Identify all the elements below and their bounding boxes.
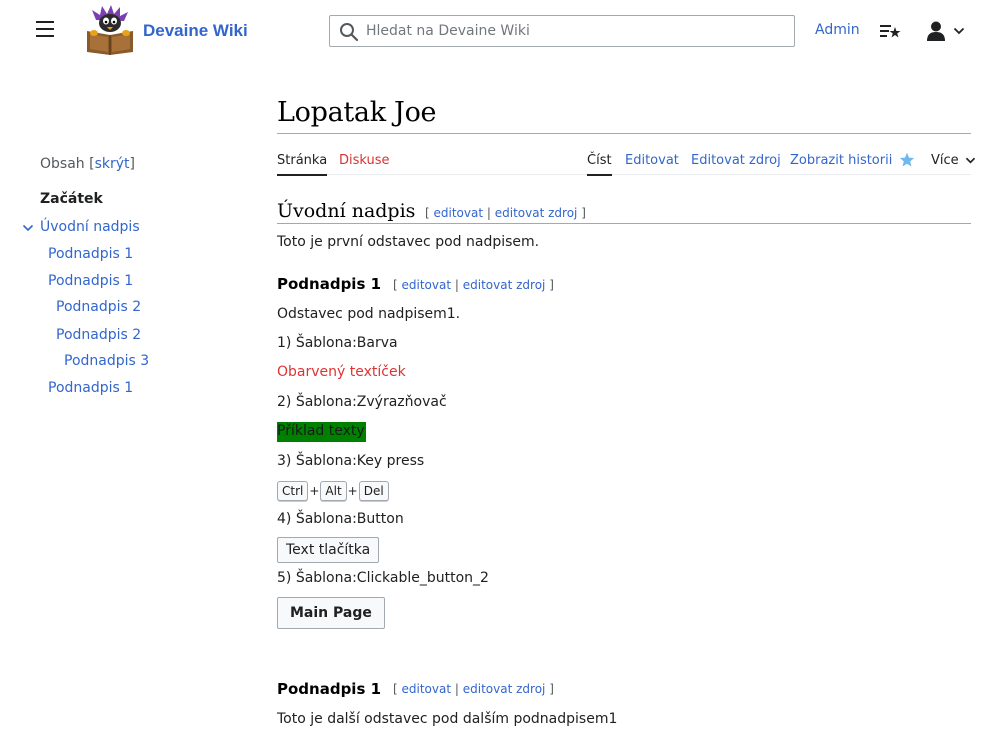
toc-item[interactable]: Podnadpis 2	[56, 327, 141, 343]
site-logo[interactable]	[84, 4, 136, 56]
edit-link[interactable]: editovat	[402, 278, 452, 292]
toc-hide-toggle[interactable]: skrýt	[95, 156, 130, 172]
toc-item-start[interactable]: Začátek	[40, 191, 103, 207]
edit-source-link[interactable]: editovat zdroj	[495, 206, 578, 220]
page-tabs: Stránka Diskuse Číst Editovat Editovat z…	[277, 146, 975, 176]
paragraph: 3) Šablona:Key press	[277, 453, 425, 469]
subsection-heading: Podnadpis 1	[277, 275, 382, 293]
tab-talk[interactable]: Diskuse	[339, 153, 390, 168]
edit-source-link[interactable]: editovat zdroj	[463, 682, 546, 696]
section-edit-links: [ editovat | editovat zdroj ]	[393, 682, 554, 696]
site-name[interactable]: Devaine Wiki	[143, 21, 248, 41]
subsection-heading: Podnadpis 1	[277, 680, 382, 698]
user-menu-dropdown[interactable]	[925, 19, 969, 43]
chevron-down-icon	[953, 27, 965, 35]
chevron-down-icon	[965, 157, 975, 164]
toc-item[interactable]: Podnadpis 1	[48, 273, 133, 289]
toc-item[interactable]: Podnadpis 1	[48, 380, 133, 396]
section-edit-links: [ editovat | editovat zdroj ]	[425, 206, 586, 220]
paragraph: 4) Šablona:Button	[277, 511, 404, 527]
tab-page[interactable]: Stránka	[277, 153, 328, 176]
paragraph: Toto je další odstavec pod dalším podnad…	[277, 711, 618, 727]
template-button[interactable]: Text tlačítka	[277, 537, 380, 563]
user-avatar-icon	[927, 21, 945, 41]
edit-source-link[interactable]: editovat zdroj	[463, 278, 546, 292]
watch-star-icon[interactable]	[899, 152, 915, 168]
divider	[277, 133, 971, 134]
key-alt: Alt	[320, 481, 347, 501]
key-ctrl: Ctrl	[277, 481, 309, 501]
section-heading-text: Úvodní nadpis	[277, 200, 416, 222]
key-del: Del	[358, 481, 389, 501]
paragraph: 2) Šablona:Zvýrazňovač	[277, 394, 447, 410]
section-heading: Úvodní nadpis [ editovat | editovat zdro…	[277, 200, 971, 224]
edit-link[interactable]: editovat	[402, 682, 452, 696]
page-title: Lopatak Joe	[277, 97, 437, 128]
tab-read[interactable]: Číst	[587, 153, 612, 176]
watchlist-icon[interactable]	[879, 22, 901, 40]
search-box[interactable]	[329, 15, 795, 47]
user-page-link[interactable]: Admin	[815, 22, 860, 38]
toc-item[interactable]: Úvodní nadpis	[40, 219, 140, 235]
chevron-down-icon[interactable]	[22, 223, 34, 233]
site-header: Devaine Wiki Admin	[0, 0, 995, 62]
tab-edit-source[interactable]: Editovat zdroj	[691, 153, 781, 168]
highlighted-text: Příklad texty	[277, 422, 366, 442]
tab-history[interactable]: Zobrazit historii	[790, 153, 892, 168]
paragraph: 5) Šablona:Clickable_button_2	[277, 570, 489, 586]
toc-title: Obsah [skrýt]	[40, 156, 135, 172]
more-menu-dropdown[interactable]: Více	[931, 153, 976, 168]
key-press-combo: Ctrl + Alt + Del	[277, 481, 389, 501]
paragraph: Odstavec pod nadpisem1.	[277, 306, 461, 322]
edit-link[interactable]: editovat	[434, 206, 484, 220]
paragraph: Toto je první odstavec pod nadpisem.	[277, 234, 540, 250]
colored-text: Obarvený textíček	[277, 364, 406, 380]
search-icon	[340, 23, 359, 42]
section-edit-links: [ editovat | editovat zdroj ]	[393, 278, 554, 292]
main-menu-icon[interactable]	[36, 21, 58, 39]
main-page-button[interactable]: Main Page	[277, 597, 385, 629]
toc-item[interactable]: Podnadpis 2	[56, 299, 141, 315]
search-input[interactable]	[366, 16, 786, 46]
toc-item[interactable]: Podnadpis 3	[64, 353, 149, 369]
paragraph: 1) Šablona:Barva	[277, 335, 398, 351]
toc-item[interactable]: Podnadpis 1	[48, 246, 133, 262]
tab-edit[interactable]: Editovat	[625, 153, 679, 168]
